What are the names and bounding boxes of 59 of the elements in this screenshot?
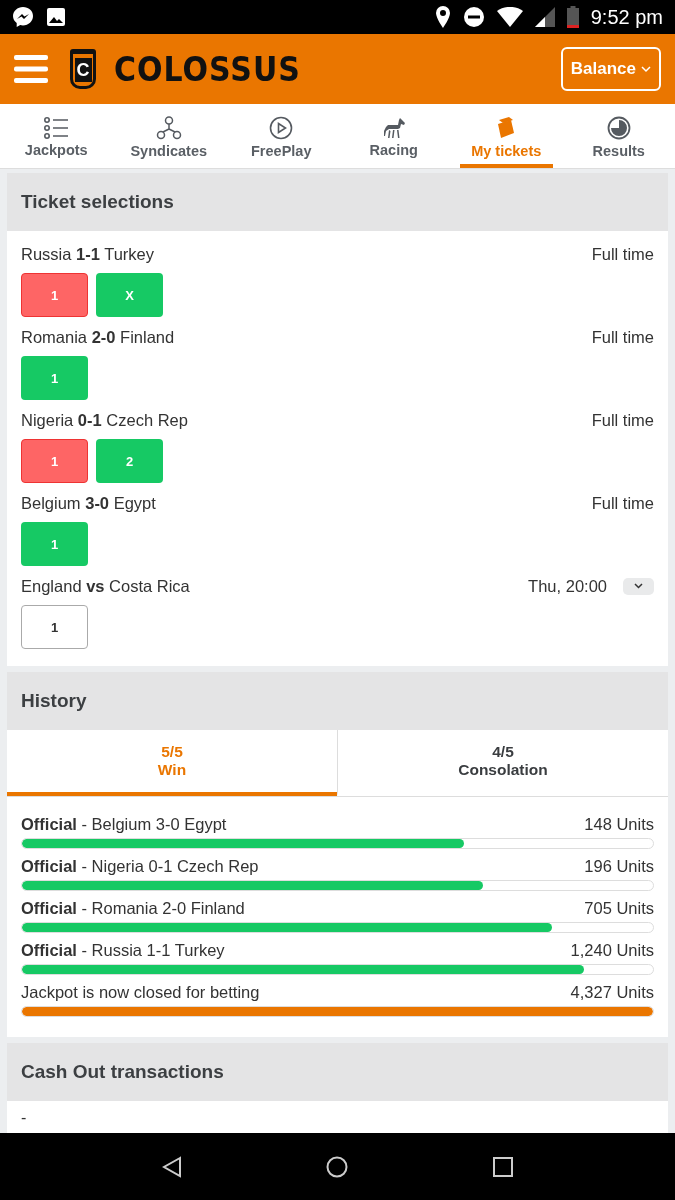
battery-icon: [566, 6, 579, 28]
pick-chip[interactable]: 1: [21, 273, 88, 317]
cash-out-value: -: [21, 1109, 27, 1126]
expand-button[interactable]: [623, 577, 654, 595]
units-amount: 196 Units: [584, 857, 654, 877]
messenger-icon: [12, 6, 34, 28]
pick-chip[interactable]: X: [96, 273, 163, 317]
logo-badge: C: [70, 49, 96, 89]
match-title: Russia 1-1 Turkey: [21, 244, 154, 264]
results-icon: [606, 115, 631, 140]
pick-chip[interactable]: 2: [96, 439, 163, 483]
nav-tab[interactable]: Jackpots: [10, 104, 103, 168]
signal-icon: [534, 7, 555, 27]
nav-tab[interactable]: Syndicates: [122, 104, 215, 168]
match-title: Nigeria 0-1 Czech Rep: [21, 410, 188, 430]
recent-apps-icon[interactable]: [492, 1156, 513, 1177]
section-title: History: [7, 672, 668, 730]
units-amount: 1,240 Units: [570, 941, 654, 961]
nav-tab[interactable]: FreePlay: [235, 104, 328, 168]
image-icon: [46, 7, 66, 27]
nav-tab[interactable]: Racing: [347, 104, 440, 168]
result-label: Official - Belgium 3-0 Egypt: [21, 815, 227, 835]
chevron-down-icon: [641, 65, 651, 73]
pick-chip[interactable]: 1: [21, 439, 88, 483]
nav-tab[interactable]: Results: [572, 104, 665, 168]
do-not-disturb-icon: [462, 6, 485, 28]
match-title: England vs Costa Rica: [21, 576, 190, 596]
match-status: Thu, 20:00: [528, 576, 607, 596]
result-label: Official - Nigeria 0-1 Czech Rep: [21, 857, 259, 877]
section-title: Cash Out transactions: [7, 1043, 668, 1101]
result-label: Jackpot is now closed for betting: [21, 983, 260, 1003]
match-title: Romania 2-0 Finland: [21, 327, 175, 347]
pick-chip[interactable]: 1: [21, 356, 88, 400]
match-status: Full time: [591, 327, 654, 347]
match-title: Belgium 3-0 Egypt: [21, 493, 156, 513]
match-status: Full time: [591, 410, 654, 430]
network-icon: [155, 115, 182, 140]
match-status: Full time: [591, 244, 654, 264]
wifi-icon: [496, 7, 523, 27]
match-status: Full time: [591, 493, 654, 513]
units-amount: 705 Units: [584, 899, 654, 919]
nav-tab[interactable]: My tickets: [460, 104, 553, 168]
brand-name: COLOSSUS: [114, 49, 301, 89]
units-amount: 4,327 Units: [570, 983, 654, 1003]
chevron-down-icon: [634, 583, 643, 589]
units-amount: 148 Units: [584, 815, 654, 835]
pick-chip[interactable]: 1: [21, 522, 88, 566]
list-icon: [43, 116, 70, 139]
balance-button[interactable]: Balance: [560, 47, 661, 91]
pick-chip[interactable]: 1: [21, 605, 88, 649]
home-icon[interactable]: [326, 1155, 349, 1178]
menu-icon[interactable]: [14, 55, 48, 83]
back-icon[interactable]: [162, 1155, 183, 1178]
result-label: Official - Romania 2-0 Finland: [21, 899, 245, 919]
clock-time: 9:52 pm: [590, 5, 663, 29]
section-title: Ticket selections: [7, 173, 668, 231]
play-icon: [269, 115, 294, 140]
location-icon: [434, 6, 451, 28]
result-label: Official - Russia 1-1 Turkey: [21, 941, 225, 961]
